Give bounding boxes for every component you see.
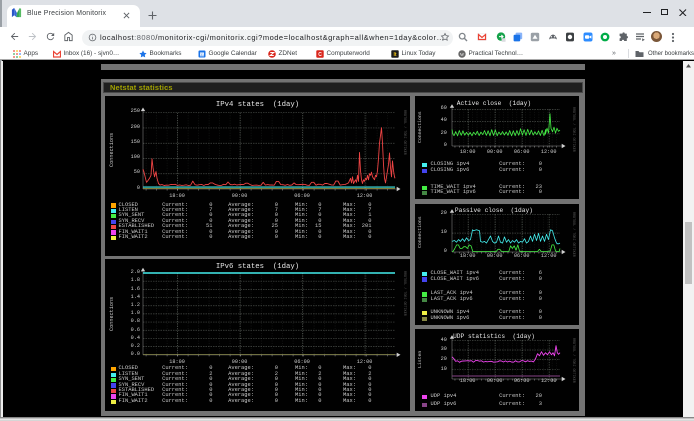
svg-text:C: C [318,52,322,58]
svg-text:31: 31 [200,52,204,56]
svg-text:lt: lt [393,52,396,58]
svg-text:W: W [460,51,465,56]
